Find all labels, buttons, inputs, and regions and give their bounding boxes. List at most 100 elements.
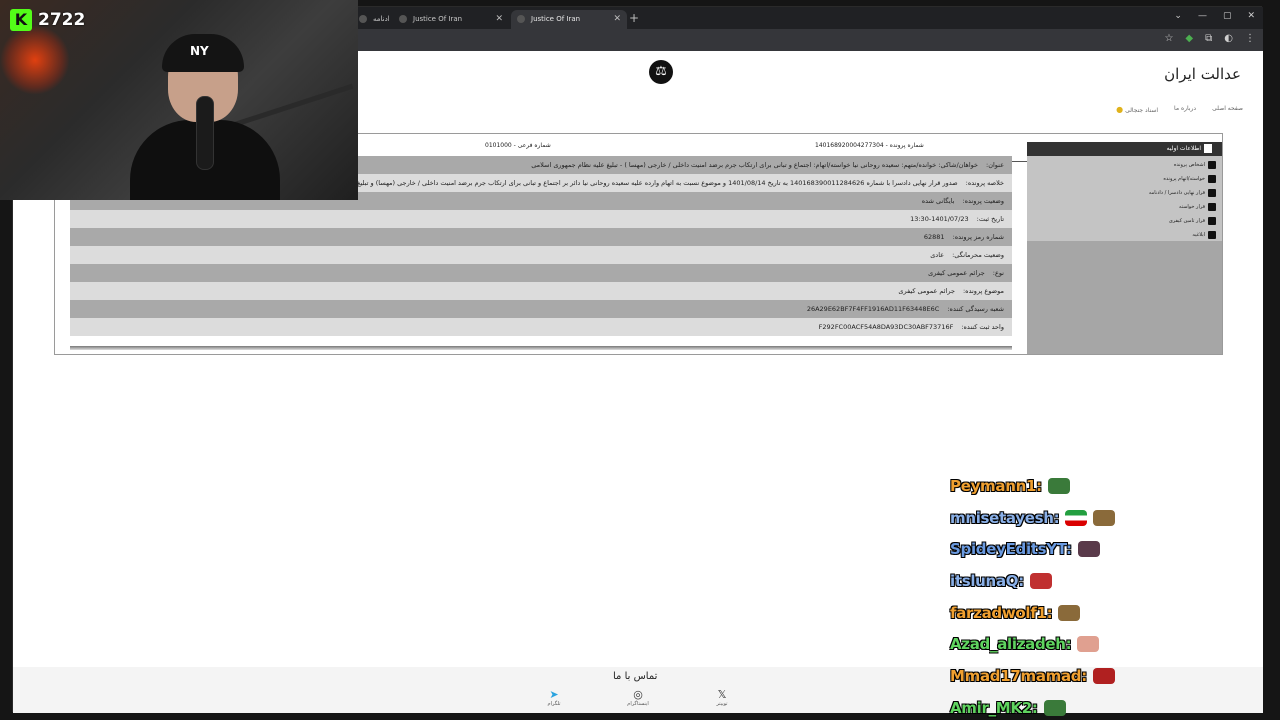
- tab-title: دادنامه: [373, 15, 389, 23]
- chat-message: Peymann1:: [950, 470, 1250, 502]
- sidebar-item-label: خواسته/اتهام پرونده: [1163, 176, 1205, 182]
- maximize-icon[interactable]: ▢: [1223, 11, 1232, 21]
- scales-logo-icon[interactable]: ⚖: [649, 60, 673, 84]
- window-controls: ⌄ — ▢ ✕: [1174, 11, 1255, 21]
- table-row: نوع: جرائم عمومی کیفری: [70, 264, 1012, 282]
- microphone: [196, 96, 214, 170]
- menu-icon[interactable]: ⋮: [1245, 33, 1255, 44]
- sidebar-item-notices[interactable]: ابلاغیه: [1027, 228, 1222, 242]
- nav-documents[interactable]: اسناد جنجالی ●: [1116, 105, 1158, 114]
- row-value: 1401/07/23-13:30: [910, 215, 969, 223]
- documents-label: اسناد جنجالی: [1125, 107, 1159, 114]
- tab-favicon-icon: [359, 15, 367, 23]
- chat-message: Amir_MK2:: [950, 692, 1250, 720]
- face-emote-icon: [1077, 541, 1100, 558]
- main-nav: صفحه اصلی درباره ما اسناد جنجالی ●: [1116, 105, 1243, 114]
- chat-message: itslunaQ:: [950, 565, 1250, 597]
- flag-emote-icon: [1065, 509, 1088, 526]
- chat-username: Mmad17mamad:: [950, 666, 1087, 685]
- gavel-icon: [1208, 188, 1216, 197]
- minimize-icon[interactable]: —: [1198, 11, 1207, 21]
- site-title[interactable]: عدالت ایران: [1164, 65, 1241, 83]
- new-tab-button[interactable]: +: [629, 10, 639, 26]
- profile-icon[interactable]: ◐: [1224, 33, 1233, 44]
- table-row: موضوع پرونده: جرائم عمومی کیفری: [70, 282, 1012, 300]
- table-shadow: [70, 346, 1012, 350]
- extension-icon[interactable]: ◆: [1185, 33, 1193, 44]
- row-label: موضوع پرونده:: [962, 287, 1004, 295]
- horse-emote-icon: [1058, 604, 1081, 621]
- nav-about[interactable]: درباره ما: [1174, 105, 1196, 114]
- close-tab-icon[interactable]: ✕: [495, 10, 503, 29]
- telegram-link[interactable]: ➤ تلگرام: [534, 688, 574, 708]
- document-icon: [1204, 144, 1212, 153]
- chat-username: Peymann1:: [950, 476, 1042, 495]
- row-value: جرائم عمومی کیفری: [928, 269, 985, 277]
- viewer-counter: K 2722: [10, 8, 85, 32]
- sidebar-item-label: قرار نهایی دادسرا / دادنامه: [1148, 190, 1205, 196]
- instagram-link[interactable]: ◎ اینستاگرام: [618, 689, 658, 708]
- table-row: وضعیت محرمانگی: عادی: [70, 246, 1012, 264]
- red-light: [0, 25, 70, 95]
- row-label: شماره رمز پرونده:: [952, 233, 1004, 241]
- close-tab-icon[interactable]: ✕: [613, 10, 621, 29]
- kick-logo-icon: K: [10, 9, 32, 31]
- sidebar-list: اشخاص پرونده خواسته/اتهام پرونده قرار نه…: [1027, 156, 1222, 241]
- tab-3-active[interactable]: Justice Of Iran ✕: [511, 10, 627, 29]
- chat-username: mnisetayesh:: [950, 508, 1060, 527]
- row-value: F292FC00ACF54A8DA93DC30ABF73716F: [818, 323, 954, 331]
- sidebar-item-bail[interactable]: قرار تامین کیفری: [1027, 214, 1222, 228]
- chat-username: Amir_MK2:: [950, 698, 1038, 717]
- chat-username: Azad_alizadeh:: [950, 635, 1072, 654]
- sidebar-item-label: اشخاص پرونده: [1173, 162, 1205, 168]
- row-value: خواهان/شاکی: خوانده/متهم: سعیده روحانی ن…: [531, 161, 979, 169]
- row-value: 62881: [923, 233, 945, 241]
- nav-home[interactable]: صفحه اصلی: [1212, 105, 1243, 114]
- document-icon: [1208, 202, 1216, 211]
- chat-message: Azad_alizadeh:: [950, 628, 1250, 660]
- toolbar-icons: ☆ ◆ ⧉ ◐ ⋮: [1164, 33, 1255, 44]
- row-label: تاریخ ثبت:: [976, 215, 1004, 223]
- star-icon[interactable]: ☆: [1164, 33, 1173, 44]
- telegram-icon: ➤: [549, 688, 559, 701]
- close-window-icon[interactable]: ✕: [1247, 11, 1255, 21]
- frog-emote-icon: [1043, 699, 1066, 716]
- sidebar-item-label: قرار تامین کیفری: [1168, 218, 1205, 224]
- sidebar-header[interactable]: اطلاعات اولیه: [1027, 142, 1222, 156]
- tab-title: Justice Of Iran: [531, 15, 581, 23]
- row-label: وضعیت پرونده:: [962, 197, 1004, 205]
- table-row: تاریخ ثبت: 1401/07/23-13:30: [70, 210, 1012, 228]
- row-label: وضعیت محرمانگی:: [952, 251, 1004, 259]
- sidebar-header-label: اطلاعات اولیه: [1166, 145, 1201, 152]
- row-value: عادی: [930, 251, 945, 259]
- x-icon: 𝕏: [717, 688, 727, 701]
- case-number: شماره پرونده - 140168920004277304: [815, 142, 924, 149]
- row-value: جرائم عمومی کیفری: [898, 287, 955, 295]
- row-label: شعبه رسیدگی کننده:: [947, 305, 1004, 313]
- chat-username: SpideyEditsYT:: [950, 540, 1072, 559]
- angry-emote-icon: [1092, 667, 1115, 684]
- sidebar-item-people[interactable]: اشخاص پرونده: [1027, 158, 1222, 172]
- puzzle-icon[interactable]: ⧉: [1205, 33, 1212, 44]
- chevron-down-icon[interactable]: ⌄: [1174, 11, 1182, 21]
- sidebar-item-request[interactable]: قرار خواسته: [1027, 200, 1222, 214]
- tab-2[interactable]: Justice Of Iran ✕: [393, 10, 509, 29]
- row-label: نوع:: [992, 269, 1004, 277]
- chat-message: SpideyEditsYT:: [950, 533, 1250, 565]
- cap-logo-icon: NY: [190, 44, 209, 58]
- sidebar-item-claims[interactable]: خواسته/اتهام پرونده: [1027, 172, 1222, 186]
- sidebar-item-label: ابلاغیه: [1192, 232, 1205, 238]
- row-label: خلاصه پرونده:: [965, 179, 1004, 187]
- twitter-link[interactable]: 𝕏 توییتر: [702, 688, 742, 708]
- viewer-count: 2722: [38, 10, 86, 30]
- chat-message: farzadwolf1:: [950, 597, 1250, 629]
- sub-number: شماره فرعی - 0101000: [485, 142, 551, 149]
- chat-username: farzadwolf1:: [950, 603, 1053, 622]
- tab-1[interactable]: دادنامه: [353, 10, 389, 29]
- table-row: شعبه رسیدگی کننده: 26A29E62BF7F4FF1916AD1…: [70, 300, 1012, 318]
- mail-icon: [1208, 230, 1216, 239]
- sidebar-item-verdict[interactable]: قرار نهایی دادسرا / دادنامه: [1027, 186, 1222, 200]
- tab-title: Justice Of Iran: [413, 15, 463, 23]
- table-row: شماره رمز پرونده: 62881: [70, 228, 1012, 246]
- social-caption: اینستاگرام: [627, 701, 649, 707]
